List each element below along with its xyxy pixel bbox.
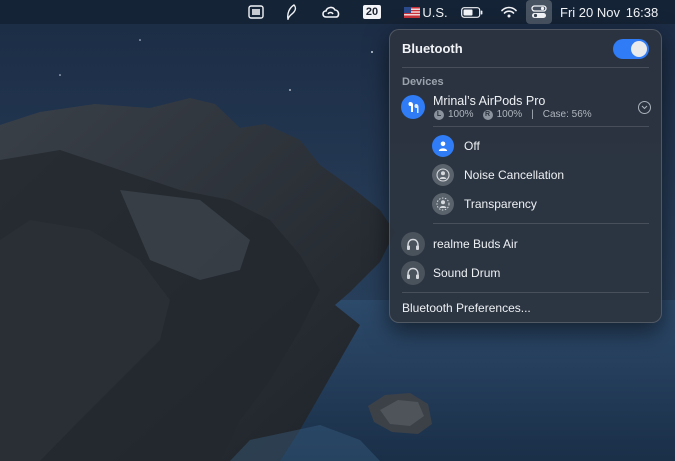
mode-label: Noise Cancellation xyxy=(464,168,565,182)
creative-cloud-icon[interactable] xyxy=(320,0,342,24)
divider xyxy=(402,292,649,293)
divider xyxy=(402,67,649,68)
bluetooth-title: Bluetooth xyxy=(402,41,463,56)
calendar-badge-text: 20 xyxy=(362,5,382,19)
battery-icon[interactable] xyxy=(460,0,484,24)
mode-label: Off xyxy=(464,139,480,153)
headphones-icon xyxy=(401,261,425,285)
case-battery: Case: 56% xyxy=(542,109,592,120)
devices-section-label: Devices xyxy=(402,76,444,88)
input-source-label[interactable]: U.S. xyxy=(422,0,448,24)
device-battery-status: L 100% R 100% | Case: 56% xyxy=(434,109,592,120)
divider xyxy=(433,223,649,224)
bluetooth-preferences-link[interactable]: Bluetooth Preferences... xyxy=(402,301,531,315)
chevron-down-icon[interactable] xyxy=(638,101,651,114)
clock-time-text: 16:38 xyxy=(625,4,659,20)
mode-label: Transparency xyxy=(464,197,537,211)
right-battery: 100% xyxy=(496,109,523,120)
headphones-icon xyxy=(401,232,425,256)
noise-cancellation-icon xyxy=(432,164,454,186)
device-name: Sound Drum xyxy=(433,266,501,280)
clock-date-text: Fri 20 Nov xyxy=(560,4,620,20)
screen-mirroring-icon[interactable] xyxy=(246,0,266,24)
bluetooth-toggle[interactable] xyxy=(613,39,649,59)
left-battery: 100% xyxy=(448,109,474,120)
divider xyxy=(433,126,649,127)
menu-bar: 20 U.S. Fri 20 Nov 16:38 xyxy=(0,0,675,24)
toggle-knob xyxy=(631,41,647,57)
calendar-badge[interactable]: 20 xyxy=(361,0,383,24)
battery-separator: | xyxy=(531,109,534,120)
person-icon xyxy=(432,135,454,157)
input-source-text: U.S. xyxy=(422,4,448,20)
airpods-icon xyxy=(401,95,425,119)
left-earbud-badge: L xyxy=(434,109,444,120)
wifi-icon[interactable] xyxy=(499,0,519,24)
transparency-icon xyxy=(432,193,454,215)
device-name: Mrinal’s AirPods Pro xyxy=(433,94,546,108)
bluetooth-panel: Bluetooth Devices Mrinal’s AirPods Pro L… xyxy=(389,29,662,323)
clock-time[interactable]: 16:38 xyxy=(622,0,662,24)
control-center-icon[interactable] xyxy=(526,0,552,24)
device-name: realme Buds Air xyxy=(433,237,518,251)
clock-date[interactable]: Fri 20 Nov xyxy=(560,0,620,24)
us-flag-icon[interactable] xyxy=(403,0,421,24)
right-earbud-badge: R xyxy=(482,109,493,120)
pen-icon[interactable] xyxy=(282,0,300,24)
